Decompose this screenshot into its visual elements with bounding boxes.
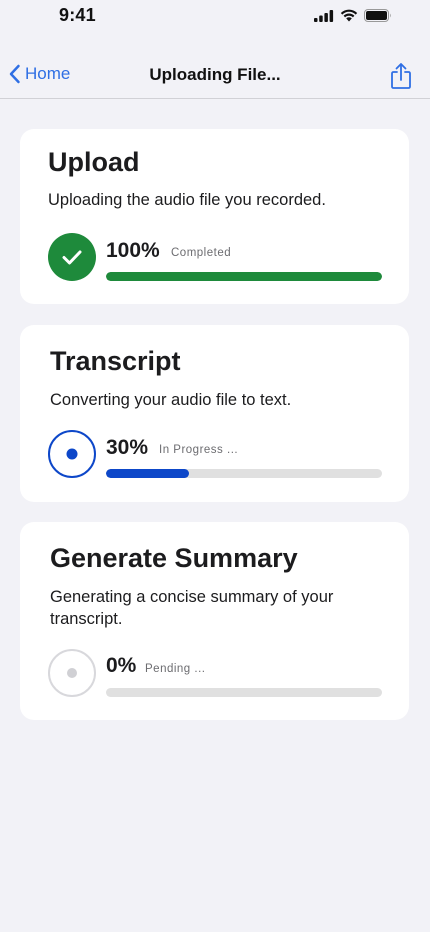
progress-bar (106, 469, 382, 478)
status-icons (314, 9, 392, 22)
pending-status-indicator (48, 649, 96, 697)
progress-fill (106, 272, 382, 281)
upload-step-card: Upload Uploading the audio file you reco… (20, 129, 409, 304)
progress-bar (106, 688, 382, 697)
progress-percent: 0% (106, 654, 137, 677)
page-title: Uploading File... (149, 65, 281, 84)
checkmark-icon (62, 250, 82, 265)
share-button[interactable] (389, 62, 413, 95)
step-description: Converting your audio file to text. (50, 391, 292, 409)
share-icon (391, 63, 411, 89)
completed-status-indicator (48, 233, 96, 281)
cellular-signal-icon (314, 9, 334, 22)
status-bar: 9:41 (0, 0, 430, 36)
progress-bar (106, 272, 382, 281)
step-description: Uploading the audio file you recorded. (48, 191, 326, 209)
status-time: 9:41 (59, 5, 96, 25)
summary-step-card: Generate Summary Generating a concise su… (20, 522, 409, 720)
in-progress-status-indicator (48, 430, 96, 478)
step-title: Transcript (50, 346, 181, 376)
step-state-label: Pending ... (145, 663, 206, 675)
wifi-icon (340, 9, 358, 22)
step-state-label: In Progress ... (159, 444, 239, 456)
step-title: Generate Summary (50, 543, 298, 573)
pending-dot-icon (67, 668, 77, 678)
step-description: Generating a concise summary of your tra… (50, 588, 334, 628)
navigation-bar: Home Uploading File... (0, 52, 430, 99)
battery-icon (364, 9, 391, 22)
progress-percent: 100% (106, 239, 160, 262)
step-state-label: Completed (171, 247, 232, 259)
transcript-step-card: Transcript Converting your audio file to… (20, 325, 409, 502)
progress-fill (106, 469, 189, 478)
progress-percent: 30% (106, 436, 149, 459)
step-title: Upload (48, 147, 140, 177)
in-progress-dot-icon (66, 448, 78, 460)
